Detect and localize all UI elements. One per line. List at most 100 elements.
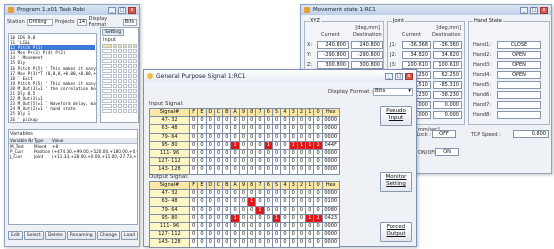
signal-bit-cell[interactable]: 0 (305, 230, 315, 240)
signal-bit-cell[interactable]: 0 (280, 205, 290, 215)
load-button[interactable]: Load (121, 231, 138, 240)
signal-bit-cell[interactable]: 0 (280, 116, 290, 126)
signal-bit-cell[interactable]: 1 (305, 140, 315, 150)
signal-bit-cell[interactable]: 0 (205, 148, 215, 159)
signal-bit-cell[interactable]: 0 (263, 221, 273, 232)
signal-bit-cell[interactable]: 0 (205, 157, 215, 167)
signal-bit-cell[interactable]: 0 (313, 165, 323, 175)
minimize-icon[interactable]: _ (520, 6, 528, 14)
signal-bit-cell[interactable]: 0 (230, 197, 240, 207)
signal-bit-cell[interactable]: 0 (238, 124, 249, 134)
signal-bit-cell[interactable]: 0 (263, 148, 273, 159)
signal-bit-cell[interactable]: 0 (230, 116, 240, 126)
select-button[interactable]: Select (23, 231, 44, 240)
signal-bit-cell[interactable]: 0 (188, 205, 199, 215)
signal-bit-cell[interactable]: 0 (255, 124, 265, 134)
table-row[interactable]: J_Curr Joint (+11.33,+28.00,+0.00,+11.00,-… (9, 154, 137, 159)
signal-bit-cell[interactable]: 0 (280, 157, 290, 167)
signal-bit-cell[interactable]: 0 (222, 189, 232, 199)
signal-bit-cell[interactable]: 0 (197, 124, 207, 134)
signal-bit-cell[interactable]: 0 (213, 124, 224, 134)
signal-bit-cell[interactable]: 0 (197, 197, 207, 207)
signal-bit-cell[interactable]: 0 (280, 238, 290, 248)
signal-bit-cell[interactable]: 0 (238, 197, 249, 207)
delete-button[interactable]: Delete (44, 231, 66, 240)
signal-bit-cell[interactable]: 0 (197, 157, 207, 167)
signal-bit-cell[interactable]: 0 (255, 213, 265, 223)
signal-bit-cell[interactable]: 0 (222, 238, 232, 248)
signal-bit-cell[interactable]: 0 (205, 221, 215, 232)
signal-bit-cell[interactable]: 0 (230, 230, 240, 240)
signal-bit-cell[interactable]: 0 (313, 124, 323, 134)
signal-bit-cell[interactable]: 0 (280, 124, 290, 134)
signal-bit-cell[interactable]: 0 (197, 140, 207, 150)
signal-bit-cell[interactable]: 0 (205, 205, 215, 215)
signal-bit-cell[interactable]: 0 (271, 140, 282, 150)
code-editor[interactable]: 10 IDS R.0 11 'LI&L 12 Pitch P(1) 13 Mov P+… (8, 33, 97, 123)
signal-bit-cell[interactable]: 0 (230, 124, 240, 134)
signal-bit-cell[interactable]: 0 (238, 148, 249, 159)
signal-bit-cell[interactable]: 0 (280, 165, 290, 175)
signal-bit-cell[interactable]: 0 (230, 238, 240, 248)
edit-button[interactable]: Edit (8, 231, 23, 240)
signal-bit-cell[interactable]: 0 (255, 230, 265, 240)
signal-bit-cell[interactable]: 0 (188, 140, 199, 150)
signal-bit-cell[interactable]: 0 (238, 116, 249, 126)
signal-bit-cell[interactable]: 0 (255, 238, 265, 248)
signal-bit-cell[interactable]: 0 (197, 132, 207, 142)
signal-bit-cell[interactable]: 0 (280, 148, 290, 159)
minimize-icon[interactable]: _ (385, 72, 393, 80)
signal-bit-cell[interactable]: 0 (305, 148, 315, 159)
signal-bit-cell[interactable]: 0 (296, 132, 307, 142)
signal-bit-cell[interactable]: 0 (280, 140, 290, 150)
signal-bit-cell[interactable]: 0 (305, 221, 315, 232)
signal-bit-cell[interactable]: 0 (263, 116, 273, 126)
signal-bit-cell[interactable]: 0 (247, 189, 257, 199)
signal-bit-cell[interactable]: 0 (247, 221, 257, 232)
signal-bit-cell[interactable]: 0 (205, 116, 215, 126)
signal-bit-cell[interactable]: 0 (271, 165, 282, 175)
signal-bit-cell[interactable]: 0 (197, 165, 207, 175)
signal-bit-cell[interactable]: 0 (313, 205, 323, 215)
signal-bit-cell[interactable]: 0 (188, 213, 199, 223)
signal-bit-cell[interactable]: 0 (247, 124, 257, 134)
signal-bit-cell[interactable]: 0 (305, 197, 315, 207)
signal-bit-cell[interactable]: 0 (288, 189, 298, 199)
signal-bit-cell[interactable]: 0 (255, 165, 265, 175)
signal-bit-cell[interactable]: 0 (296, 189, 307, 199)
movement-title-bar[interactable]: Movement state 1:RC1 _ □ x (301, 5, 551, 15)
signal-bit-cell[interactable]: 0 (271, 197, 282, 207)
signal-bit-cell[interactable]: 0 (205, 230, 215, 240)
signal-bit-cell[interactable]: 1 (313, 213, 323, 223)
signal-bit-cell[interactable]: 0 (188, 230, 199, 240)
signal-bit-cell[interactable]: 0 (313, 230, 323, 240)
signal-bit-cell[interactable]: 0 (288, 148, 298, 159)
signal-bit-cell[interactable]: 0 (288, 157, 298, 167)
signal-bit-cell[interactable]: 0 (296, 230, 307, 240)
signal-bit-cell[interactable]: 0 (197, 230, 207, 240)
signal-bit-cell[interactable]: 0 (238, 213, 249, 223)
signal-bit-cell[interactable]: 0 (247, 140, 257, 150)
signal-bit-cell[interactable]: 0 (296, 197, 307, 207)
pseudo-input-button[interactable]: Pseudo Input (380, 106, 412, 126)
signal-bit-cell[interactable]: 0 (271, 132, 282, 142)
signal-bit-cell[interactable]: 0 (263, 124, 273, 134)
signal-bit-cell[interactable]: 0 (213, 140, 224, 150)
code-line[interactable]: 16 Pitch P(5) ' This makes it easy to se… (10, 66, 96, 71)
signal-bit-cell[interactable]: 0 (271, 230, 282, 240)
maximize-icon[interactable]: □ (395, 72, 403, 80)
signal-bit-cell[interactable]: 0 (222, 148, 232, 159)
signal-bit-cell[interactable]: 0 (263, 132, 273, 142)
signal-bit-cell[interactable]: 0 (288, 213, 298, 223)
signal-bit-cell[interactable]: 1 (288, 140, 298, 150)
signal-bit-cell[interactable]: 0 (188, 238, 199, 248)
signal-bit-cell[interactable]: 0 (296, 213, 307, 223)
signal-bit-cell[interactable]: 0 (263, 197, 273, 207)
display-format-select[interactable]: Bits ▾ (373, 88, 413, 96)
signal-bit-cell[interactable]: 0 (247, 213, 257, 223)
signal-bit-cell[interactable]: 0 (188, 148, 199, 159)
signal-bit-cell[interactable]: 0 (305, 157, 315, 167)
signal-bit-cell[interactable]: 0 (313, 157, 323, 167)
signal-bit-cell[interactable]: 0 (230, 221, 240, 232)
signal-bit-cell[interactable]: 0 (197, 221, 207, 232)
